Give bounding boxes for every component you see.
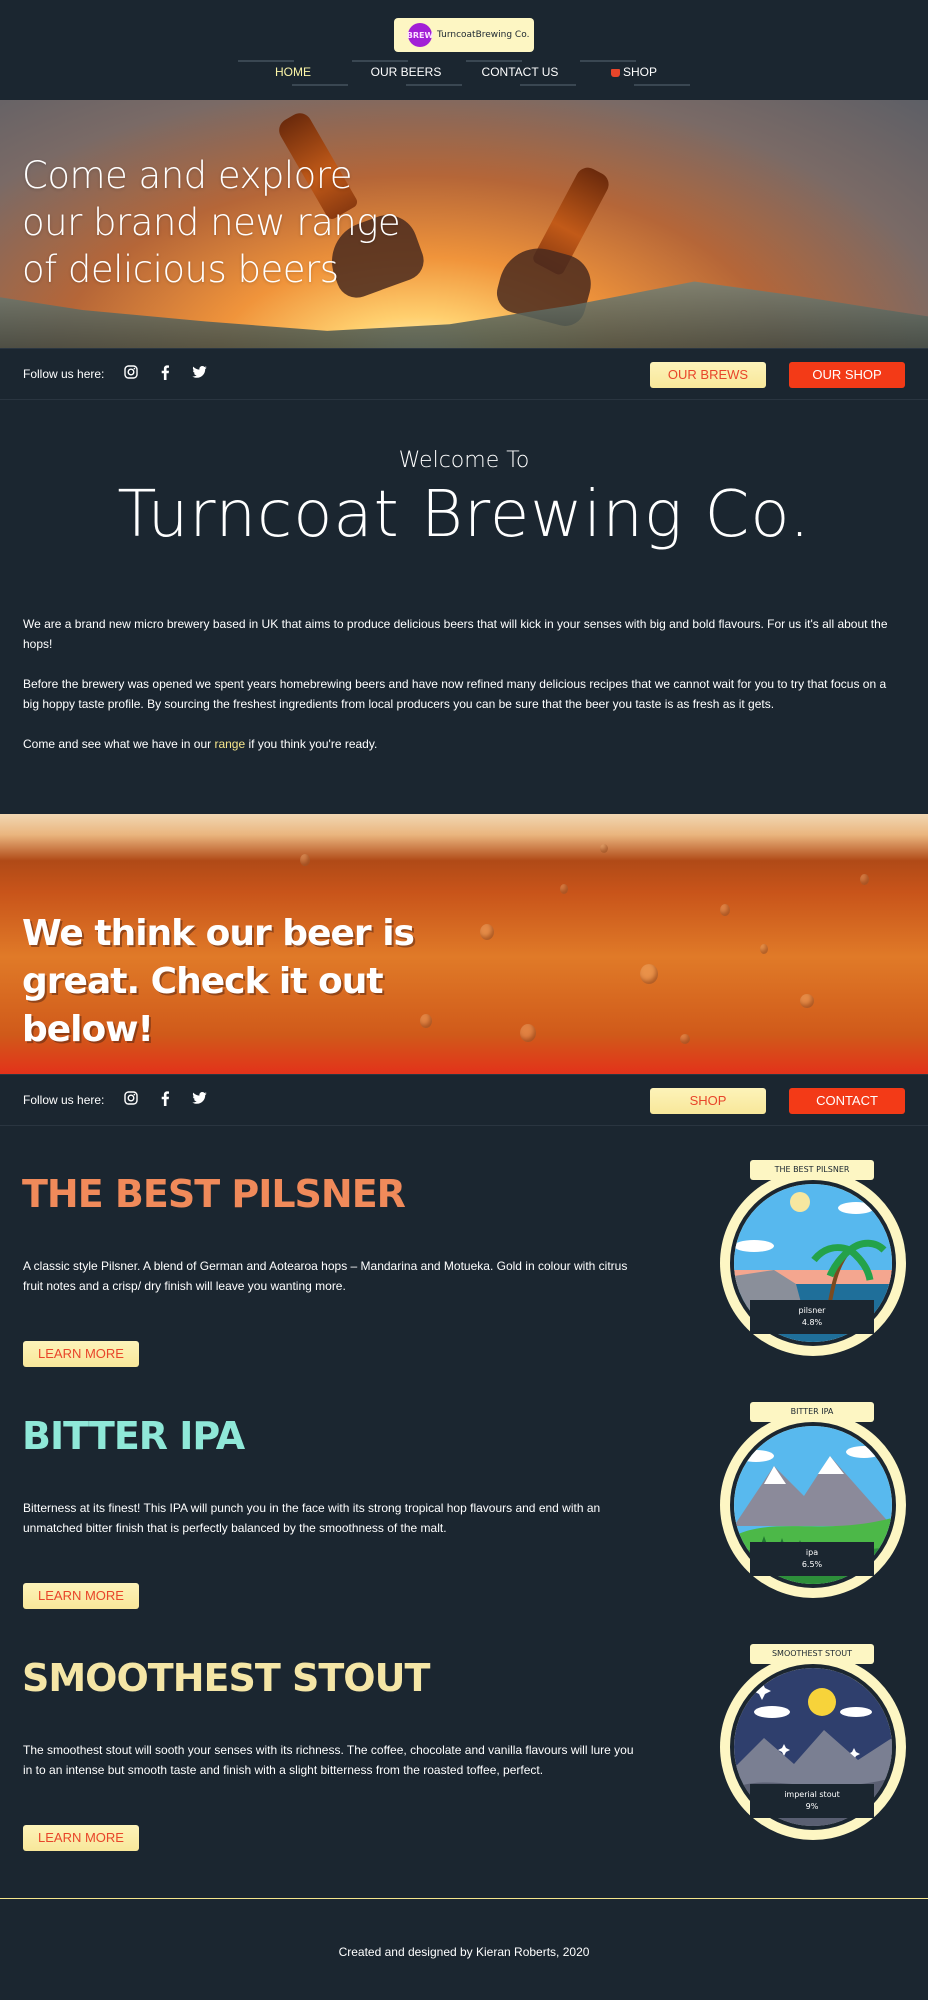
- our-brews-button[interactable]: OUR BREWS: [650, 362, 766, 388]
- badge-abv: 4.8%: [801, 1318, 823, 1327]
- beer-title: BITTER IPA: [22, 1414, 245, 1458]
- logo-mark: BREW: [407, 23, 433, 47]
- site-header: BREW TurncoatBrewing Co. HOME OUR BEERS …: [0, 0, 928, 100]
- follow-label: Follow us here:: [23, 1093, 105, 1107]
- beer-title: THE BEST PILSNER: [22, 1172, 406, 1216]
- social-bar: Follow us here: SHOP CONTACT: [0, 1074, 928, 1126]
- instagram-icon[interactable]: [122, 1089, 140, 1107]
- site-footer: Created and designed by Kieran Roberts, …: [0, 1898, 928, 2000]
- badge-beer-name: ipa: [805, 1548, 819, 1557]
- intro-text: if you think you're ready.: [245, 737, 378, 751]
- learn-more-button[interactable]: LEARN MORE: [23, 1341, 139, 1367]
- intro-paragraph: Before the brewery was opened we spent y…: [23, 677, 887, 711]
- badge-title: THE BEST PILSNER: [750, 1160, 874, 1180]
- follow-label: Follow us here:: [23, 367, 105, 381]
- badge-info: imperial stout 9%: [750, 1784, 874, 1818]
- droplet: [640, 964, 658, 984]
- facebook-icon[interactable]: [156, 363, 174, 381]
- facebook-icon[interactable]: [156, 1089, 174, 1107]
- beer-badge-pilsner: THE BEST PILSNER pilsner 4.8%: [718, 1160, 906, 1356]
- intro-paragraph: We are a brand new micro brewery based i…: [23, 617, 888, 651]
- droplet: [860, 874, 869, 885]
- droplet: [760, 944, 768, 954]
- nav-contact-us[interactable]: CONTACT US: [460, 58, 580, 86]
- twitter-icon[interactable]: [190, 363, 208, 381]
- instagram-icon[interactable]: [122, 363, 140, 381]
- social-bar: Follow us here: OUR BREWS OUR SHOP: [0, 348, 928, 400]
- beer-description: Bitterness at its finest! This IPA will …: [23, 1501, 601, 1535]
- nav-our-beers[interactable]: OUR BEERS: [346, 58, 466, 86]
- welcome-subtitle: Welcome To: [398, 448, 530, 473]
- footer-divider: [0, 1898, 928, 1899]
- learn-more-button[interactable]: LEARN MORE: [23, 1825, 139, 1851]
- beer-description: A classic style Pilsner. A blend of Germ…: [23, 1259, 628, 1293]
- nav-home[interactable]: HOME: [233, 58, 353, 86]
- hero-title: Come and explore our brand new range of …: [22, 154, 401, 291]
- welcome-title: Turncoat Brewing Co.: [117, 478, 811, 552]
- badge-info: ipa 6.5%: [750, 1542, 874, 1576]
- droplet: [560, 884, 568, 894]
- beer-badge-ipa: BITTER IPA ipa 6.5%: [718, 1402, 906, 1598]
- beer-title: SMOOTHEST STOUT: [22, 1656, 430, 1700]
- logo[interactable]: BREW TurncoatBrewing Co.: [394, 18, 534, 52]
- droplet: [300, 854, 310, 866]
- droplet: [600, 844, 608, 853]
- logo-text: TurncoatBrewing Co.: [437, 30, 530, 40]
- intro-paragraph: Come and see what we have in our range i…: [23, 734, 903, 754]
- beer-banner: We think our beer is great. Check it out…: [0, 814, 928, 1074]
- droplet: [480, 924, 494, 940]
- nav-shop[interactable]: SHOP: [574, 58, 694, 86]
- droplet: [520, 1024, 536, 1042]
- hero-banner: Come and explore our brand new range of …: [0, 100, 928, 348]
- beer-badge-stout: SMOOTHEST STOUT imperial stout 9%: [718, 1644, 906, 1840]
- our-shop-button[interactable]: OUR SHOP: [789, 362, 905, 388]
- badge-beer-name: pilsner: [798, 1306, 826, 1315]
- contact-button[interactable]: CONTACT: [789, 1088, 905, 1114]
- main-nav: HOME OUR BEERS CONTACT US SHOP: [0, 58, 928, 88]
- droplet: [720, 904, 730, 916]
- badge-abv: 9%: [805, 1802, 819, 1811]
- learn-more-button[interactable]: LEARN MORE: [23, 1583, 139, 1609]
- beer-description: The smoothest stout will sooth your sens…: [23, 1743, 634, 1777]
- footer-credit: Created and designed by Kieran Roberts, …: [338, 1945, 590, 1959]
- droplet: [680, 1034, 690, 1044]
- range-link[interactable]: range: [214, 737, 245, 751]
- badge-title: BITTER IPA: [750, 1402, 874, 1422]
- twitter-icon[interactable]: [190, 1089, 208, 1107]
- badge-title: SMOOTHEST STOUT: [750, 1644, 874, 1664]
- badge-info: pilsner 4.8%: [750, 1300, 874, 1334]
- badge-beer-name: imperial stout: [784, 1790, 840, 1799]
- nav-shop-label: SHOP: [622, 65, 657, 79]
- badge-abv: 6.5%: [801, 1560, 823, 1569]
- intro-text: Come and see what we have in our: [23, 737, 215, 751]
- shop-button[interactable]: SHOP: [650, 1088, 766, 1114]
- cart-icon: [610, 68, 620, 77]
- droplet: [800, 994, 814, 1008]
- banner-title: We think our beer is great. Check it out…: [22, 913, 415, 1050]
